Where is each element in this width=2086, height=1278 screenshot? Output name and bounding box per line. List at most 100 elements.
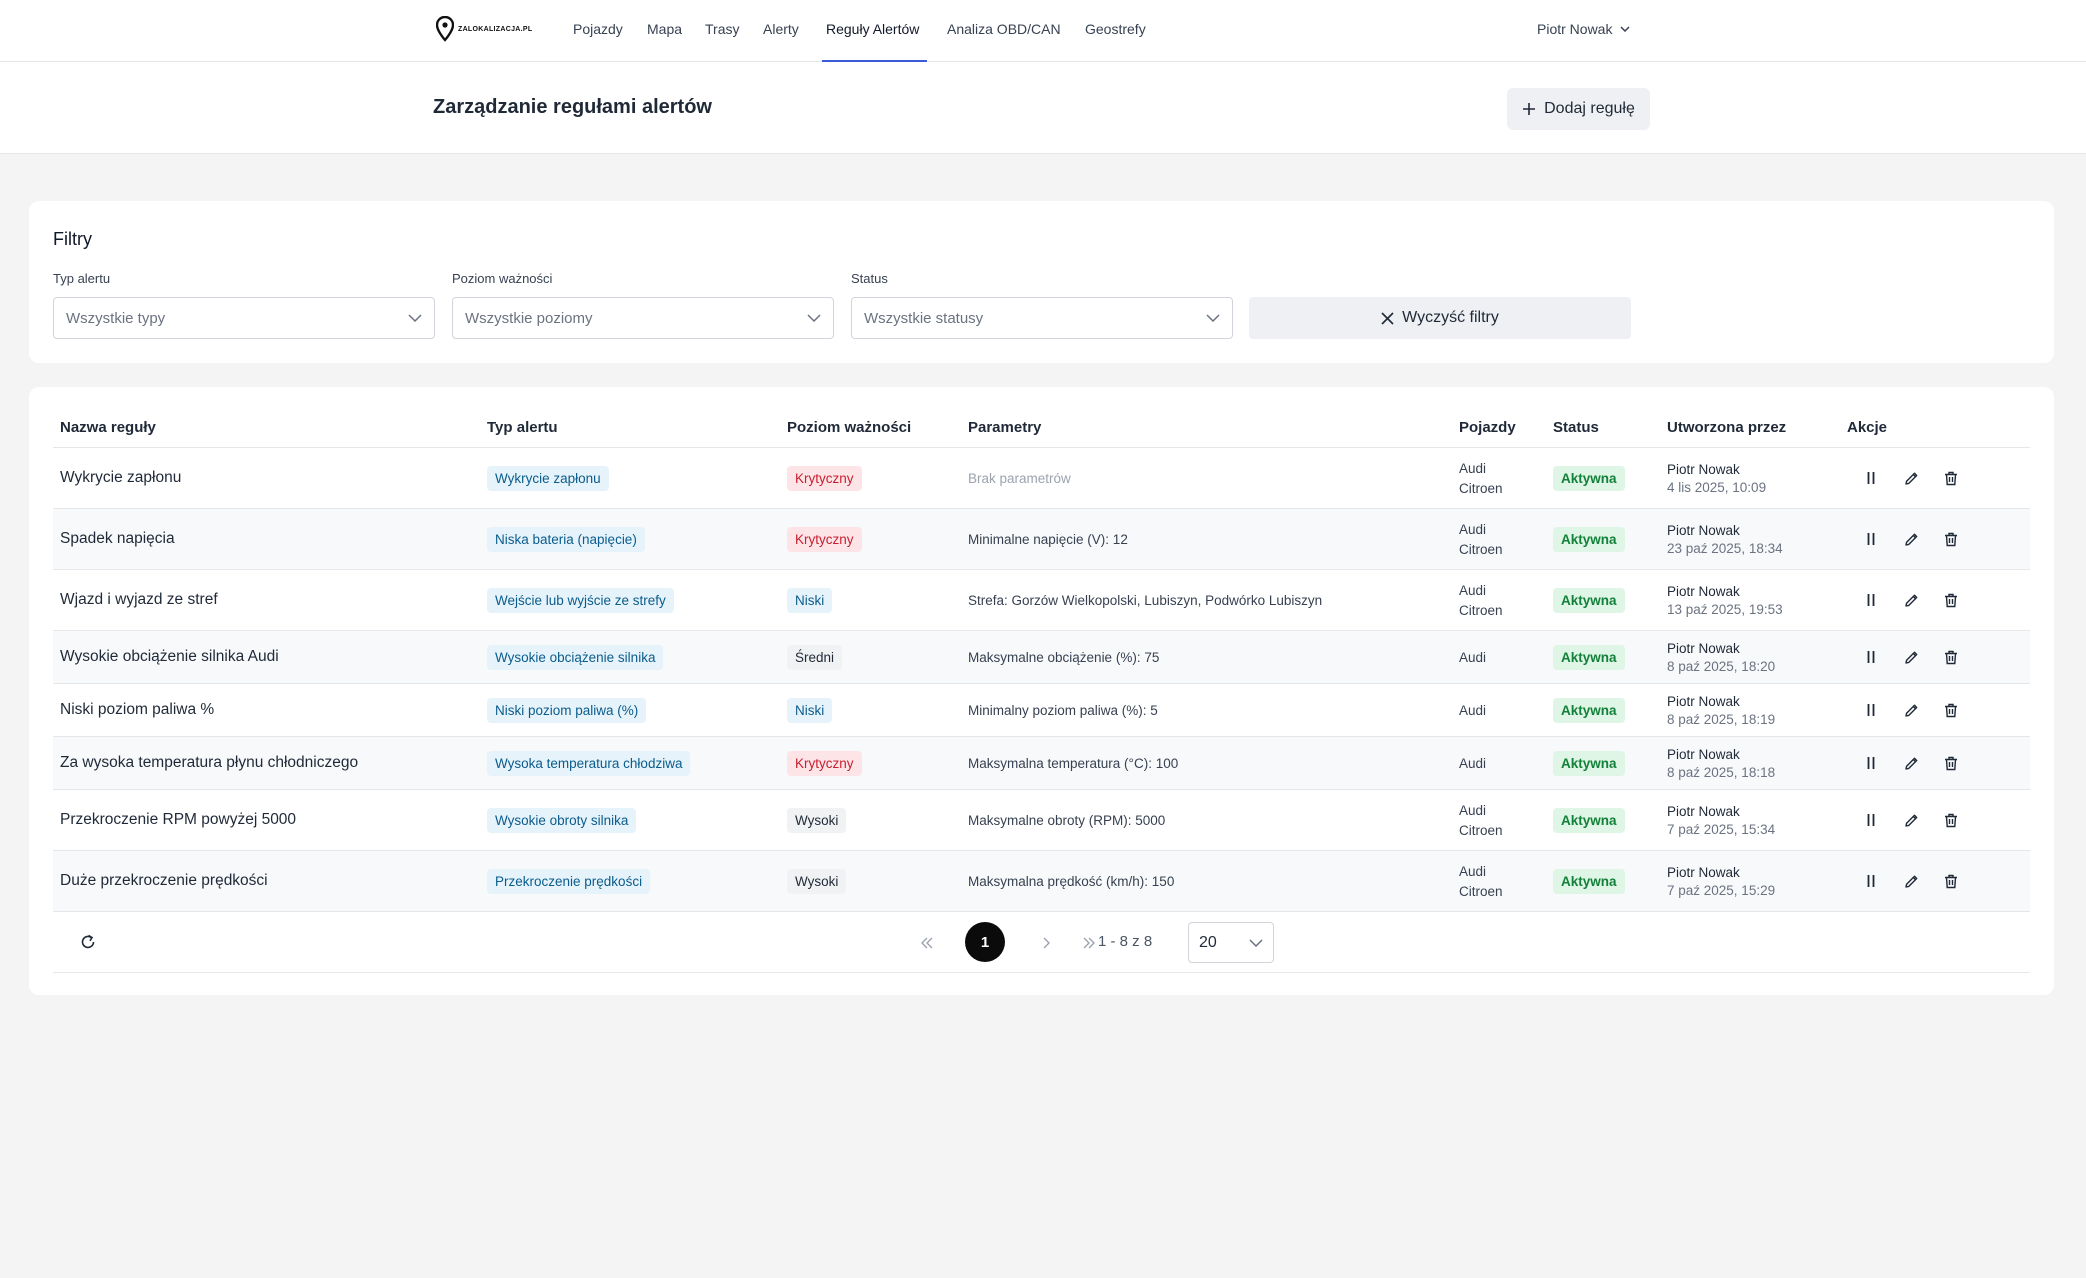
table-row[interactable]: Duże przekroczenie prędkości Przekroczeni… bbox=[53, 851, 2030, 912]
edit-icon bbox=[1904, 814, 1917, 827]
severity-badge: Wysoki bbox=[787, 807, 847, 833]
row-actions bbox=[1861, 700, 1961, 720]
edit-icon bbox=[1904, 875, 1917, 888]
chevron-down-icon bbox=[408, 314, 422, 322]
nav-item-alerty[interactable]: Alerty bbox=[763, 21, 799, 37]
nav-item-alert-rules[interactable]: Reguły Alertów bbox=[826, 21, 919, 37]
nav-item-mapa[interactable]: Mapa bbox=[647, 21, 682, 37]
plus-icon bbox=[1523, 103, 1536, 115]
row-actions bbox=[1861, 753, 1961, 773]
edit-rule-button[interactable] bbox=[1901, 529, 1921, 549]
creator-info: Piotr Nowak 8 paź 2025, 18:20 bbox=[1667, 641, 1775, 674]
edit-icon bbox=[1904, 704, 1917, 717]
nav-item-pojazdy[interactable]: Pojazdy bbox=[573, 21, 623, 37]
page-size-select[interactable]: 20 bbox=[1188, 922, 1274, 963]
rule-name: Niski poziom paliwa % bbox=[60, 701, 215, 718]
table-row[interactable]: Spadek napięcia Niska bateria (napięcie) K… bbox=[53, 509, 2030, 570]
column-header-status[interactable]: Status bbox=[1553, 419, 1599, 436]
row-actions bbox=[1861, 810, 1961, 830]
edit-rule-button[interactable] bbox=[1901, 468, 1921, 488]
delete-rule-button[interactable] bbox=[1941, 810, 1961, 830]
page-header: Zarządzanie regułami alertów Dodaj reguł… bbox=[0, 62, 2086, 154]
nav-item-trasy[interactable]: Trasy bbox=[705, 21, 739, 37]
alert-type-badge: Wykrycie zapłonu bbox=[487, 465, 609, 491]
delete-rule-button[interactable] bbox=[1941, 590, 1961, 610]
delete-rule-button[interactable] bbox=[1941, 468, 1961, 488]
vehicle-name: Audi bbox=[1459, 521, 1487, 537]
creator-info: Piotr Nowak 13 paź 2025, 19:53 bbox=[1667, 584, 1783, 617]
edit-icon bbox=[1904, 533, 1917, 546]
table-row[interactable]: Przekroczenie RPM powyżej 5000 Wysokie ob… bbox=[53, 790, 2030, 851]
edit-icon bbox=[1904, 757, 1917, 770]
table-row[interactable]: Wjazd i wyjazd ze stref Wejście lub wyjśc… bbox=[53, 570, 2030, 631]
creator-info: Piotr Nowak 4 lis 2025, 10:09 bbox=[1667, 462, 1766, 495]
pause-icon bbox=[1867, 472, 1875, 484]
edit-rule-button[interactable] bbox=[1901, 871, 1921, 891]
creator-name: Piotr Nowak bbox=[1667, 640, 1740, 656]
severity-badge: Krytyczny bbox=[787, 526, 862, 552]
severity-badge: Krytyczny bbox=[787, 750, 862, 776]
trash-icon bbox=[1945, 703, 1957, 717]
add-rule-label: Dodaj regułę bbox=[1544, 100, 1635, 117]
pagination: 1 1 - 8 z 8 20 bbox=[53, 913, 2030, 973]
row-actions bbox=[1861, 871, 1961, 891]
user-menu[interactable]: Piotr Nowak bbox=[1537, 21, 1630, 37]
pause-rule-button[interactable] bbox=[1861, 590, 1881, 610]
status-select[interactable]: Wszystkie statusy bbox=[851, 297, 1233, 339]
created-date: 7 paź 2025, 15:29 bbox=[1667, 882, 1776, 898]
refresh-icon bbox=[81, 934, 95, 949]
column-header-severity[interactable]: Poziom ważności bbox=[787, 419, 911, 436]
pause-rule-button[interactable] bbox=[1861, 529, 1881, 549]
column-header-created-by[interactable]: Utworzona przez bbox=[1667, 419, 1786, 436]
pause-rule-button[interactable] bbox=[1861, 700, 1881, 720]
table-row[interactable]: Wysokie obciążenie silnika Audi Wysokie o… bbox=[53, 631, 2030, 684]
page-title: Zarządzanie regułami alertów bbox=[433, 96, 712, 118]
pause-rule-button[interactable] bbox=[1861, 871, 1881, 891]
edit-rule-button[interactable] bbox=[1901, 647, 1921, 667]
clear-filters-button[interactable]: Wyczyść filtry bbox=[1249, 297, 1631, 339]
edit-rule-button[interactable] bbox=[1901, 810, 1921, 830]
severity-select[interactable]: Wszystkie poziomy bbox=[452, 297, 834, 339]
pause-icon bbox=[1867, 533, 1875, 545]
first-page-button[interactable] bbox=[911, 927, 943, 959]
rule-name: Wykrycie zapłonu bbox=[60, 469, 182, 486]
nav-item-obd-can[interactable]: Analiza OBD/CAN bbox=[947, 21, 1061, 37]
column-header-type[interactable]: Typ alertu bbox=[487, 419, 558, 436]
delete-rule-button[interactable] bbox=[1941, 871, 1961, 891]
add-rule-button[interactable]: Dodaj regułę bbox=[1507, 88, 1650, 130]
table-row[interactable]: Wykrycie zapłonu Wykrycie zapłonu Krytyczn… bbox=[53, 448, 2030, 509]
row-actions bbox=[1861, 468, 1961, 488]
trash-icon bbox=[1945, 874, 1957, 888]
edit-rule-button[interactable] bbox=[1901, 700, 1921, 720]
table-row[interactable]: Niski poziom paliwa % Niski poziom paliwa… bbox=[53, 684, 2030, 737]
pause-rule-button[interactable] bbox=[1861, 468, 1881, 488]
vehicle-list: Audi bbox=[1459, 703, 1486, 718]
current-page[interactable]: 1 bbox=[965, 922, 1005, 962]
pause-icon bbox=[1867, 704, 1875, 716]
pause-rule-button[interactable] bbox=[1861, 810, 1881, 830]
severity-label: Poziom ważności bbox=[452, 271, 553, 286]
logo[interactable]: ZALOKALIZACJA.PL bbox=[436, 16, 532, 42]
delete-rule-button[interactable] bbox=[1941, 753, 1961, 773]
edit-rule-button[interactable] bbox=[1901, 590, 1921, 610]
pause-rule-button[interactable] bbox=[1861, 647, 1881, 667]
delete-rule-button[interactable] bbox=[1941, 529, 1961, 549]
refresh-button[interactable] bbox=[79, 933, 97, 956]
pause-rule-button[interactable] bbox=[1861, 753, 1881, 773]
delete-rule-button[interactable] bbox=[1941, 700, 1961, 720]
status-badge: Aktywna bbox=[1553, 750, 1625, 776]
pause-icon bbox=[1867, 814, 1875, 826]
vehicle-name: Audi bbox=[1459, 802, 1487, 818]
row-actions bbox=[1861, 590, 1961, 610]
alert-type-select[interactable]: Wszystkie typy bbox=[53, 297, 435, 339]
edit-rule-button[interactable] bbox=[1901, 753, 1921, 773]
next-page-button[interactable] bbox=[1030, 927, 1062, 959]
creator-name: Piotr Nowak bbox=[1667, 583, 1740, 599]
column-header-name[interactable]: Nazwa reguły bbox=[60, 419, 156, 436]
table-row[interactable]: Za wysoka temperatura płynu chłodniczego… bbox=[53, 737, 2030, 790]
nav-item-geostrefy[interactable]: Geostrefy bbox=[1085, 21, 1146, 37]
alert-type-badge: Wysoka temperatura chłodziwa bbox=[487, 750, 691, 776]
severity-badge: Średni bbox=[787, 644, 843, 670]
delete-rule-button[interactable] bbox=[1941, 647, 1961, 667]
status-badge: Aktywna bbox=[1553, 587, 1625, 613]
